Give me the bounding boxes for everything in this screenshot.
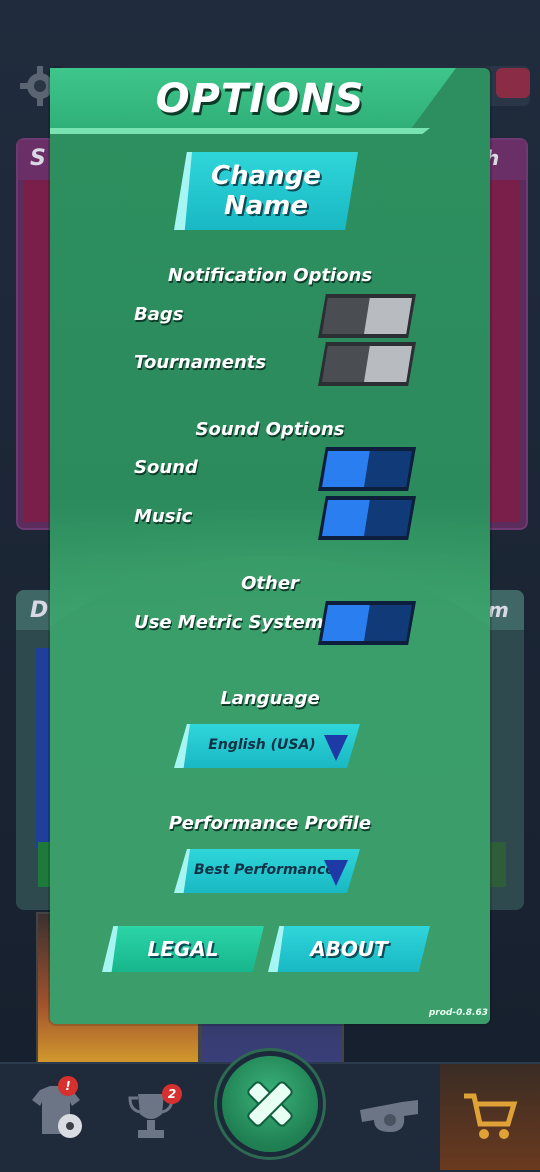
other-heading: Other xyxy=(241,573,299,594)
language-dropdown[interactable]: English (USA) xyxy=(174,724,360,768)
language-heading: Language xyxy=(220,688,320,709)
tournaments-toggle[interactable] xyxy=(318,342,416,386)
trophy-notification-badge: 2 xyxy=(162,1084,182,1104)
close-button[interactable] xyxy=(222,1056,318,1152)
notification-options-heading: Notification Options xyxy=(167,265,373,286)
performance-profile-dropdown[interactable]: Best Performance xyxy=(174,849,360,893)
metric-system-toggle[interactable] xyxy=(318,601,416,645)
music-toggle[interactable] xyxy=(318,496,416,540)
bags-label: Bags xyxy=(134,304,184,325)
jersey-ball-icon[interactable] xyxy=(26,1084,86,1140)
performance-profile-heading: Performance Profile xyxy=(168,813,372,834)
sound-options-heading: Sound Options xyxy=(195,419,345,440)
dropdown-arrow-icon xyxy=(324,860,348,886)
language-value: English (USA) xyxy=(208,737,316,753)
sound-label: Sound xyxy=(134,457,198,478)
performance-profile-value: Best Performance xyxy=(194,862,335,878)
options-title: OPTIONS xyxy=(155,76,365,122)
background-card-middle-title: D xyxy=(30,598,49,623)
shopping-cart-icon[interactable] xyxy=(462,1090,518,1142)
sound-toggle[interactable] xyxy=(318,447,416,491)
background-card-top-title: S xyxy=(30,146,46,171)
music-label: Music xyxy=(134,506,193,527)
tournaments-label: Tournaments xyxy=(134,352,267,373)
bags-toggle[interactable] xyxy=(318,294,416,338)
about-label: ABOUT xyxy=(310,937,388,961)
whistle-icon[interactable] xyxy=(356,1096,422,1136)
change-name-label: Change Name xyxy=(211,161,321,221)
dropdown-arrow-icon xyxy=(324,735,348,761)
legal-button[interactable]: LEGAL xyxy=(102,926,264,972)
legal-label: LEGAL xyxy=(147,937,219,961)
change-name-button[interactable]: Change Name xyxy=(174,152,358,230)
shop-badge-icon xyxy=(496,68,530,98)
version-label: prod-0.8.63 xyxy=(428,1008,488,1018)
metric-system-label: Use Metric System xyxy=(134,612,324,633)
about-button[interactable]: ABOUT xyxy=(268,926,430,972)
background-card-middle-title-end: m xyxy=(488,598,509,622)
jersey-notification-badge: ! xyxy=(58,1076,78,1096)
options-title-underline xyxy=(50,128,430,134)
